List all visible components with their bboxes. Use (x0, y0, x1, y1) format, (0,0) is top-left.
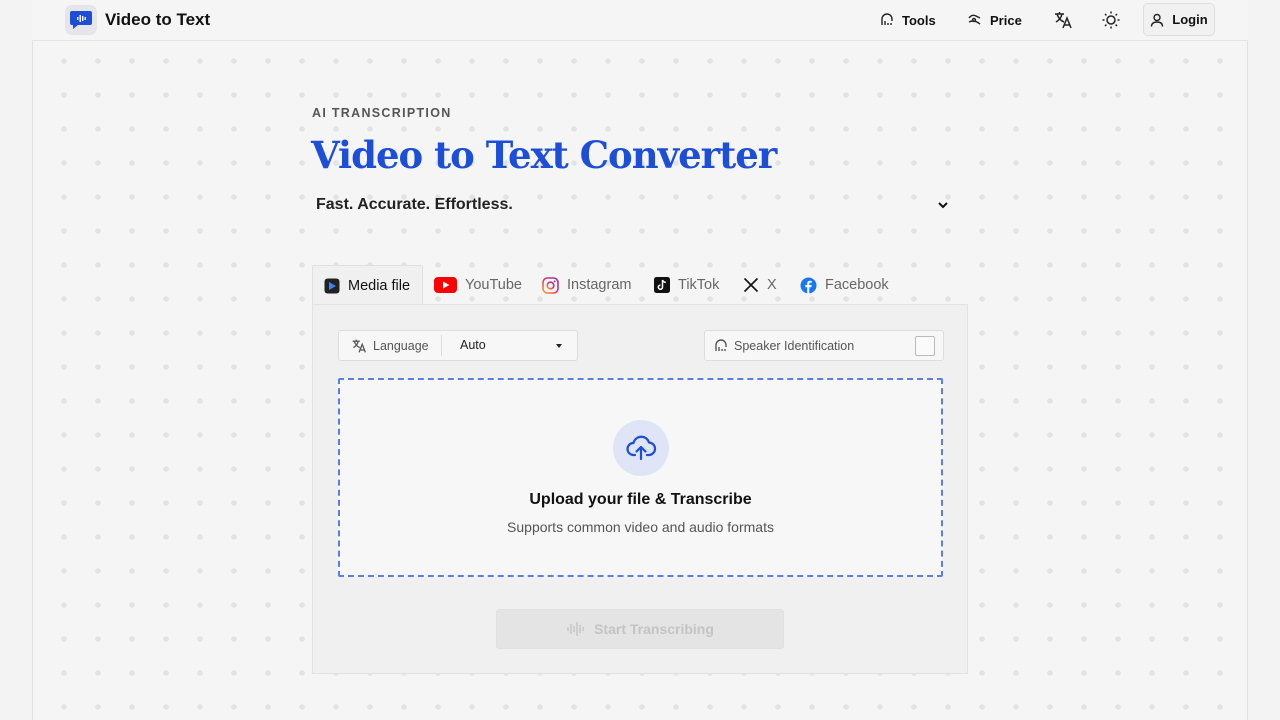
chevron-down-icon[interactable] (934, 196, 952, 214)
tab-instagram[interactable]: Instagram (542, 265, 631, 305)
logo-icon[interactable] (65, 5, 97, 35)
tab-label: Facebook (825, 277, 889, 293)
language-value: Auto (460, 338, 486, 352)
tab-label: X (767, 277, 777, 293)
tab-youtube[interactable]: YouTube (434, 265, 522, 305)
sun-icon[interactable] (1101, 10, 1121, 30)
x-icon (743, 277, 759, 293)
nav-price-label: Price (990, 12, 1022, 28)
brand-name[interactable]: Video to Text (105, 10, 210, 30)
caret-down-icon (556, 344, 562, 348)
cloud-upload-icon (626, 435, 657, 461)
language-label: Language (373, 339, 429, 353)
language-select[interactable]: Auto (442, 331, 578, 360)
speaker-label-group: Speaker Identification (713, 338, 854, 354)
tab-tiktok[interactable]: TikTok (654, 265, 719, 305)
tab-label: Instagram (567, 277, 632, 293)
tab-x[interactable]: X (743, 265, 777, 305)
tools-icon (881, 13, 893, 25)
facebook-icon (800, 277, 817, 294)
start-button-label: Start Transcribing (594, 621, 714, 637)
upload-subtitle: Supports common video and audio formats (507, 519, 774, 535)
tab-label: TikTok (678, 277, 720, 293)
media-file-icon (324, 278, 340, 293)
language-label-group: Language (351, 338, 429, 354)
top-nav: Video to Text Tools Price Login (32, 0, 1248, 41)
tab-media-file[interactable]: Media file (312, 265, 424, 305)
file-dropzone[interactable]: Upload your file & Transcribe Supports c… (338, 378, 943, 577)
page-title: Video to Text Converter (311, 133, 777, 177)
speaker-checkbox[interactable] (915, 336, 935, 356)
language-picker: Language Auto (338, 330, 578, 361)
start-transcribing-button[interactable]: Start Transcribing (496, 609, 784, 649)
tiktok-icon (654, 277, 670, 293)
tab-label: YouTube (465, 277, 522, 293)
tab-label: Media file (348, 277, 411, 294)
nav-tools-label: Tools (902, 12, 936, 28)
price-icon (968, 14, 981, 25)
speaker-identification-toggle[interactable]: Speaker Identification (704, 330, 944, 361)
nav-price[interactable]: Price (967, 11, 1022, 29)
youtube-icon (434, 277, 457, 293)
speaker-label: Speaker Identification (734, 339, 855, 353)
login-button[interactable]: Login (1143, 3, 1215, 36)
nav-tools[interactable]: Tools (879, 11, 936, 29)
user-icon (1151, 13, 1164, 27)
upload-title: Upload your file & Transcribe (529, 491, 752, 508)
login-label: Login (1172, 12, 1208, 27)
instagram-icon (542, 276, 559, 294)
speaker-icon (715, 339, 727, 351)
waveform-icon (567, 622, 584, 636)
upload-icon-circle (613, 420, 669, 476)
page-subtitle: Fast. Accurate. Effortless. (316, 196, 513, 213)
tab-facebook[interactable]: Facebook (800, 265, 889, 305)
upload-panel: Language Auto Speaker Identification Upl… (312, 304, 968, 674)
translate-icon (352, 339, 366, 353)
translate-icon[interactable] (1053, 10, 1073, 30)
eyebrow-label: AI TRANSCRIPTION (312, 106, 452, 120)
